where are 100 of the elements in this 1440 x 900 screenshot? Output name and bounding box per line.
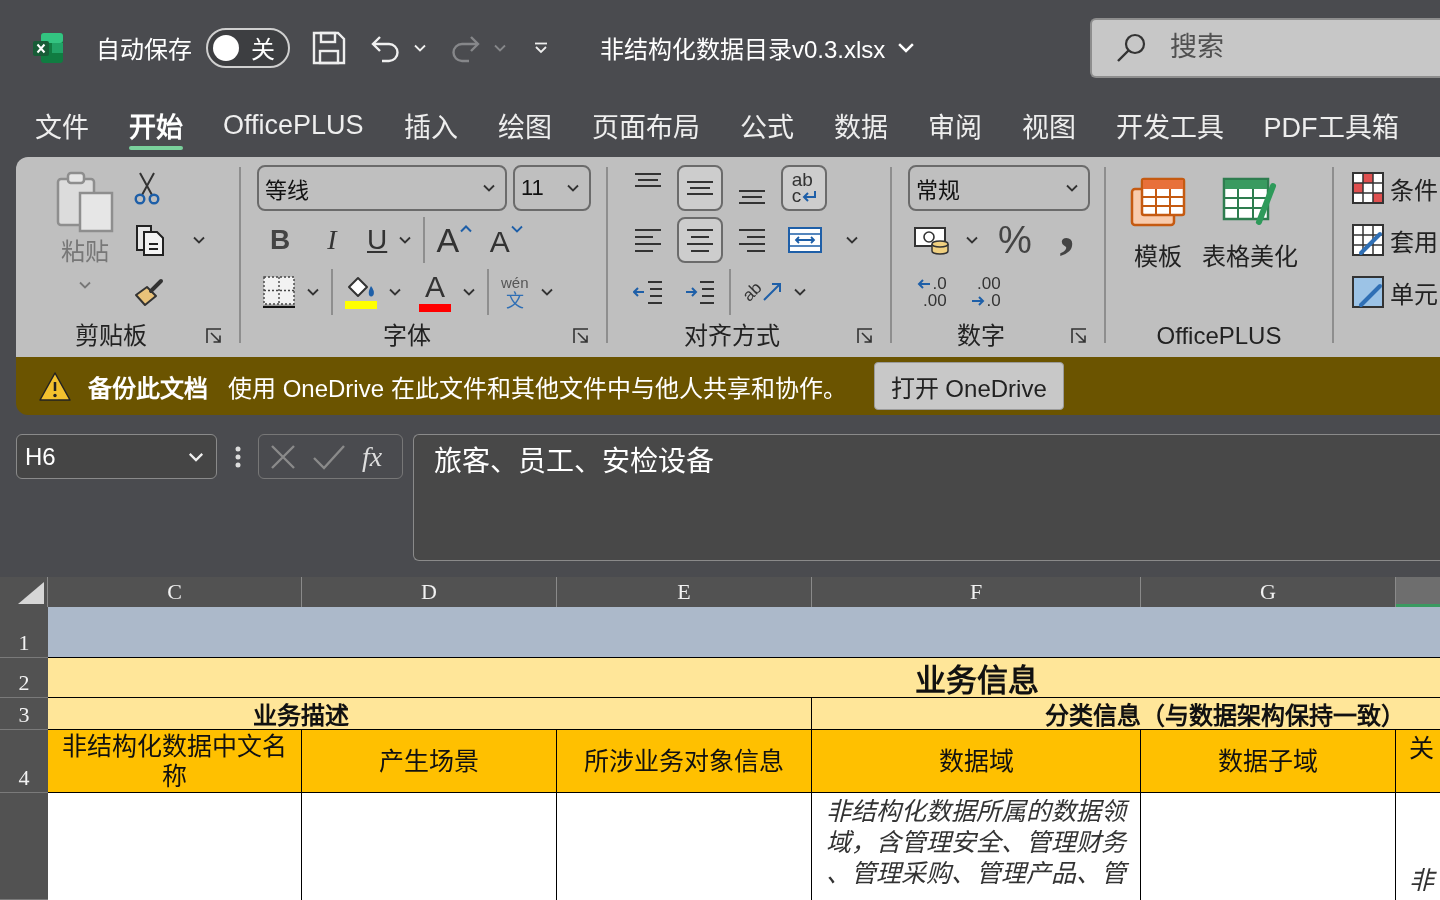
tab[interactable]: 开始 [109, 95, 203, 155]
grid-slash-icon [1352, 224, 1384, 256]
autosave-toggle[interactable]: 关 [206, 27, 290, 68]
corner-arrow-icon [573, 328, 589, 344]
caret-icon [79, 281, 91, 289]
align-center-button[interactable] [677, 217, 723, 263]
dialog-launcher-button[interactable] [205, 327, 223, 345]
font-name-dropdown[interactable]: 等线 [257, 165, 507, 211]
tab[interactable]: 开发工具 [1095, 95, 1244, 155]
notice-action-button[interactable]: 打开 OneDrive [873, 362, 1064, 410]
corner-arrow-icon [857, 328, 873, 344]
align-left-icon [634, 227, 662, 253]
tab[interactable]: 数据 [813, 95, 908, 155]
column-header[interactable]: E [557, 577, 812, 607]
column-header[interactable]: D [302, 577, 557, 607]
left-arrow-icon [917, 278, 932, 289]
paint-bucket-icon [346, 275, 376, 299]
group-label: 对齐方式 [684, 321, 780, 351]
tab[interactable]: OfficePLUS [203, 95, 384, 155]
name-box[interactable]: H6 [16, 434, 217, 479]
check-icon [312, 443, 346, 470]
caret-icon [193, 236, 205, 244]
align-right-icon [738, 227, 766, 253]
row-header[interactable]: 4 [0, 730, 48, 793]
orientation-button[interactable]: ab [737, 269, 815, 315]
copy-icon [134, 223, 165, 257]
diagonal-arrow-icon [761, 282, 782, 302]
caret-icon [966, 236, 978, 244]
caret-icon [307, 288, 319, 296]
decrease-decimal-button[interactable]: .00 .0 [962, 269, 1010, 315]
autosave-label: 自动保存 [96, 35, 192, 65]
percent-button[interactable]: % [992, 217, 1038, 263]
column-header[interactable]: G [1141, 577, 1396, 607]
number-format-dropdown[interactable]: 常规 [908, 165, 1090, 211]
search-field[interactable]: 搜索 [1170, 32, 1370, 63]
group-label: 字体 [382, 321, 431, 351]
insert-function-button[interactable]: fx [362, 436, 383, 477]
grow-font-button[interactable]: A [431, 217, 478, 263]
template-button[interactable]: 模板 [1130, 165, 1186, 275]
square-slash-icon [1352, 276, 1384, 308]
bar-caret-icon [534, 41, 548, 54]
wrap-text-button[interactable]: ab c [781, 165, 827, 211]
indent-increase-icon [685, 279, 715, 305]
caret-icon [793, 288, 806, 296]
formula-field[interactable]: 旅客、员工、安检设备 [413, 434, 1440, 561]
align-middle-button[interactable] [677, 165, 723, 211]
dialog-launcher-button[interactable] [1070, 327, 1088, 345]
knob-icon [213, 34, 239, 61]
italic-button[interactable]: I [309, 217, 355, 263]
cell-style-button[interactable]: 单元 [1352, 269, 1438, 315]
select-all-button[interactable] [0, 577, 48, 607]
font-color-button[interactable]: A [413, 269, 481, 315]
phonetic-button[interactable]: wén 文 [495, 269, 559, 315]
tab[interactable]: 页面布局 [571, 95, 720, 155]
caret-icon [188, 451, 204, 462]
underline-button[interactable]: U [361, 217, 418, 263]
beautify-button[interactable]: 表格美化 [1202, 165, 1298, 275]
tab[interactable]: PDF工具箱 [1243, 95, 1419, 155]
column-header[interactable]: C [48, 577, 302, 607]
group-label: OfficePLUS [1156, 321, 1282, 351]
table-cell: 分类信息（与数据架构保持一致） [812, 698, 1440, 730]
tab[interactable]: 审阅 [907, 95, 1002, 155]
bold-button[interactable]: B [257, 217, 303, 263]
brush-icon [134, 277, 164, 307]
font-size-dropdown[interactable]: 11 [513, 165, 591, 211]
tab[interactable]: 绘图 [477, 95, 572, 155]
dialog-launcher-button[interactable] [572, 327, 590, 345]
notice-message: 使用 OneDrive 在此文件和其他文件中与他人共享和协作。 [228, 373, 847, 404]
conditional-button[interactable]: 条件 [1352, 165, 1438, 211]
clipboard-icon [56, 171, 114, 233]
tab[interactable]: 插入 [383, 95, 478, 155]
banknote-coins-icon [914, 225, 950, 255]
notice-title: 备份此文档 [88, 373, 208, 404]
table-cell: 非结构化数据中文名称 [48, 730, 302, 793]
corner-arrow-icon [206, 328, 222, 344]
caret-icon [463, 288, 475, 296]
table-cell: 数据子域 [1141, 730, 1396, 793]
caret-icon [483, 184, 495, 192]
file-name-button[interactable]: 非结构化数据目录v0.3.xlsx [600, 30, 916, 65]
tab[interactable]: 视图 [1001, 95, 1096, 155]
row-header[interactable]: 2 [0, 658, 48, 698]
tab[interactable]: 公式 [719, 95, 814, 155]
caret-icon [897, 42, 916, 53]
tab[interactable]: 文件 [15, 95, 109, 155]
search-box[interactable]: 搜索 [1090, 17, 1440, 78]
warning-icon [39, 371, 71, 401]
right-arrow-icon [971, 295, 986, 306]
caret-icon [494, 43, 506, 52]
table-format-button[interactable]: 套用 [1352, 217, 1438, 263]
column-header[interactable]: F [812, 577, 1141, 607]
caret-icon [389, 288, 401, 296]
dialog-launcher-button[interactable] [856, 327, 874, 345]
table-cell: 关 [1396, 730, 1440, 793]
increase-decimal-button[interactable]: .0 .00 [908, 269, 956, 315]
row-header[interactable]: 1 [0, 607, 48, 658]
align-bottom-icon [738, 189, 766, 205]
shrink-font-button[interactable]: A [483, 217, 530, 263]
row-header[interactable]: 3 [0, 698, 48, 730]
table-cell: 所涉业务对象信息 [557, 730, 812, 793]
comma-style-button[interactable]: , [1044, 217, 1090, 263]
